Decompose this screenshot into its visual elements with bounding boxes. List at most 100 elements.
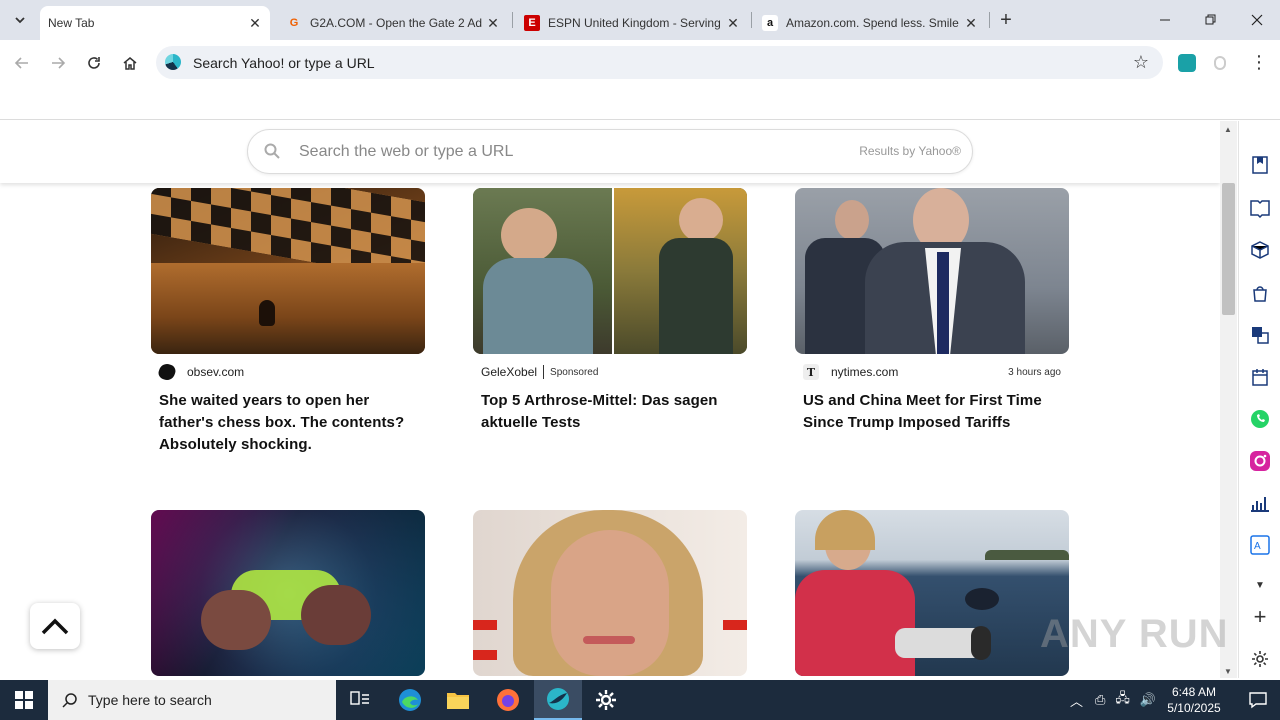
restore-button[interactable] [1188,0,1234,40]
card-headline[interactable]: Top 5 Arthrose-Mittel: Das sagen aktuell… [473,390,747,434]
card-meta: obsev.com [151,361,425,383]
card-headline[interactable]: She waited years to open her father's ch… [151,390,425,456]
back-button[interactable] [9,50,35,76]
tab-g2a[interactable]: G G2A.COM - Open the Gate 2 Ad ✕ [278,6,508,40]
card-time: 3 hours ago [1008,366,1061,378]
sidebar-expand-icon[interactable]: ▼ [1248,573,1272,597]
arrow-left-icon [14,57,28,69]
anyrun-watermark: ANY RUN [1040,612,1229,656]
older-man-image[interactable] [473,188,747,354]
scroll-thumb[interactable] [1222,183,1235,315]
close-icon[interactable]: ✕ [246,14,264,32]
news-card[interactable]: GeleXobel Sponsored Top 5 Arthrose-Mitte… [473,188,747,434]
card-source: nytimes.com [831,365,899,379]
volume-icon[interactable]: 🔊 [1140,692,1156,708]
box-extension-icon[interactable] [1248,238,1272,262]
bookmarks-bar [0,86,1280,120]
notifications-button[interactable] [1236,680,1280,720]
minimize-button[interactable] [1142,0,1188,40]
whatsapp-icon[interactable] [1248,407,1272,431]
card-meta: GeleXobel Sponsored [473,362,747,382]
scroll-to-top-button[interactable] [30,603,80,649]
start-button[interactable] [0,680,48,720]
address-bar[interactable]: Search Yahoo! or type a URL ☆ [156,46,1163,79]
scroll-up-arrow-icon[interactable]: ▲ [1224,125,1232,134]
scroll-down-arrow-icon[interactable]: ▼ [1224,667,1232,676]
chevron-up-icon[interactable]: ︿ [1070,691,1083,710]
file-explorer-button[interactable] [434,680,482,720]
close-icon[interactable]: ✕ [484,14,502,32]
news-card[interactable] [151,510,425,676]
new-tab-button[interactable]: + [994,8,1018,32]
translate-icon[interactable] [1248,323,1272,347]
clock-time: 6:48 AM [1171,685,1217,699]
reload-button[interactable] [81,50,107,76]
sailor-image[interactable] [795,510,1069,676]
home-icon [123,57,137,70]
network-icon[interactable]: 🖧 [1115,689,1130,711]
reading-list-icon[interactable] [1248,196,1272,220]
tab-search-button[interactable] [8,8,32,32]
taskbar-clock[interactable]: 6:48 AM 5/10/2025 [1160,684,1228,716]
espn-favicon-icon: E [524,15,540,31]
arrow-right-icon [52,57,66,69]
device-icon[interactable]: ⎙ [1095,692,1105,708]
notification-icon [1249,692,1267,709]
bookmarks-sidebar-icon[interactable] [1248,153,1272,177]
tab-title: G2A.COM - Open the Gate 2 Ad [310,16,483,30]
tab-new-tab[interactable]: New Tab ✕ [40,6,270,40]
forward-button[interactable] [45,50,71,76]
firefox-taskbar-button[interactable] [484,680,532,720]
settings-taskbar-button[interactable] [582,680,630,720]
tab-espn[interactable]: E ESPN United Kingdom - Serving ✕ [516,6,748,40]
news-card[interactable] [473,510,747,676]
card-source: obsev.com [187,365,245,379]
web-search-input[interactable]: Search the web or type a URL Results by … [247,129,973,174]
nytimes-logo-icon: T [803,364,819,380]
address-bar-text: Search Yahoo! or type a URL [193,55,375,71]
sidebar-panel: A ▼ + [1238,121,1280,678]
task-view-button[interactable] [336,680,384,720]
extension-icon[interactable] [1178,54,1196,72]
amazon-favicon-icon: a [762,15,778,31]
tab-title: New Tab [48,16,95,30]
obsev-logo-icon [156,361,178,383]
chess-box-image[interactable] [151,188,425,354]
news-card[interactable]: T nytimes.com 3 hours ago US and China M… [795,188,1069,434]
close-icon[interactable]: ✕ [962,14,980,32]
news-card[interactable] [795,510,1069,676]
profile-icon[interactable] [1214,56,1226,70]
sidebar-add-icon[interactable]: + [1248,604,1272,629]
home-button[interactable] [117,50,143,76]
settings-gear-icon[interactable] [1248,647,1272,671]
stats-chart-icon[interactable] [1248,491,1272,515]
taskbar-search-input[interactable]: Type here to search [48,680,336,720]
close-icon [1251,14,1263,26]
close-window-button[interactable] [1234,0,1280,40]
browser-taskbar-button[interactable] [534,680,582,720]
man-in-suit-image[interactable] [795,188,1069,354]
menu-dots-icon[interactable]: ⋮ [1250,52,1268,73]
card-headline[interactable]: US and China Meet for First Time Since T… [795,390,1069,434]
page-scrollbar[interactable]: ▲ ▼ [1220,121,1237,678]
edge-taskbar-button[interactable] [386,680,434,720]
tab-amazon[interactable]: a Amazon.com. Spend less. Smile ✕ [754,6,986,40]
plus-icon: + [1000,8,1012,31]
divider [543,365,545,379]
woman-portrait-image[interactable] [473,510,747,676]
instagram-icon[interactable] [1248,449,1272,473]
sponsored-label: Sponsored [550,366,599,378]
close-icon[interactable]: ✕ [724,14,742,32]
results-by-yahoo: Results by Yahoo® [859,144,961,158]
edge-icon [399,689,421,711]
bookmark-star-icon[interactable]: ☆ [1133,52,1149,73]
tab-strip: New Tab ✕ G G2A.COM - Open the Gate 2 Ad… [0,0,1280,40]
search-icon [62,693,77,708]
restore-icon [1205,14,1216,25]
shopping-bag-icon[interactable] [1248,281,1272,305]
tab-title: ESPN United Kingdom - Serving [548,16,721,30]
news-card[interactable]: obsev.com She waited years to open her f… [151,188,425,456]
language-translate-icon[interactable]: A [1248,533,1272,557]
game-controller-image[interactable] [151,510,425,676]
calendar-icon[interactable] [1248,365,1272,389]
